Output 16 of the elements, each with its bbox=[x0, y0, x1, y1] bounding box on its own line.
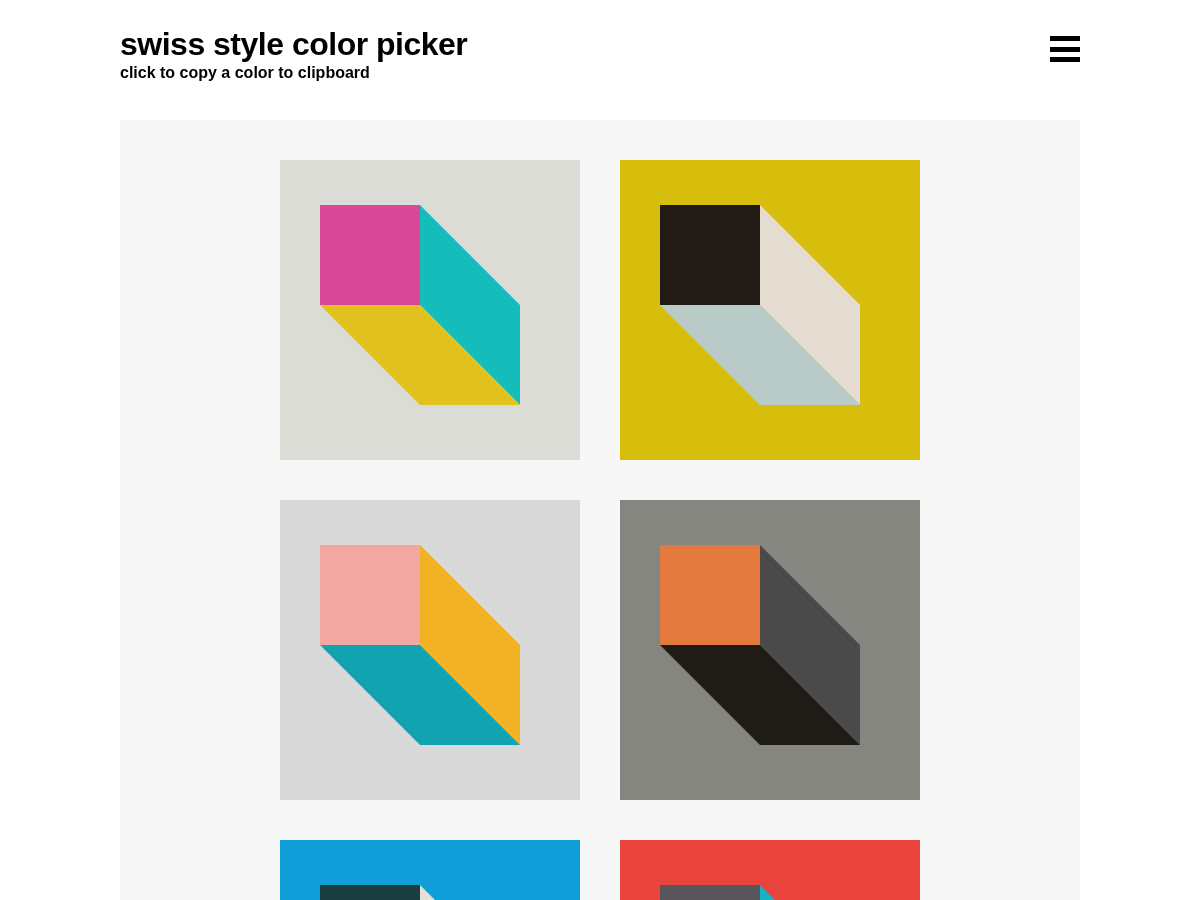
color-swatch-card[interactable] bbox=[280, 160, 580, 460]
cube-front-face[interactable] bbox=[660, 885, 760, 900]
cube-front-face[interactable] bbox=[320, 205, 420, 305]
color-swatch-card[interactable] bbox=[280, 500, 580, 800]
cube-front-face[interactable] bbox=[320, 885, 420, 900]
cube-bottom-face[interactable] bbox=[660, 645, 860, 745]
cube-front-face[interactable] bbox=[320, 545, 420, 645]
color-swatch-card[interactable] bbox=[620, 160, 920, 460]
cube-front-face[interactable] bbox=[660, 205, 760, 305]
page-title: swiss style color picker bbox=[120, 26, 468, 62]
menu-icon[interactable] bbox=[1050, 36, 1080, 62]
cube-side-face[interactable] bbox=[760, 545, 860, 745]
cube-bottom-face[interactable] bbox=[320, 645, 520, 745]
cube-side-face[interactable] bbox=[420, 545, 520, 745]
page-subtitle: click to copy a color to clipboard bbox=[120, 64, 371, 82]
color-swatch-card[interactable] bbox=[620, 500, 920, 800]
